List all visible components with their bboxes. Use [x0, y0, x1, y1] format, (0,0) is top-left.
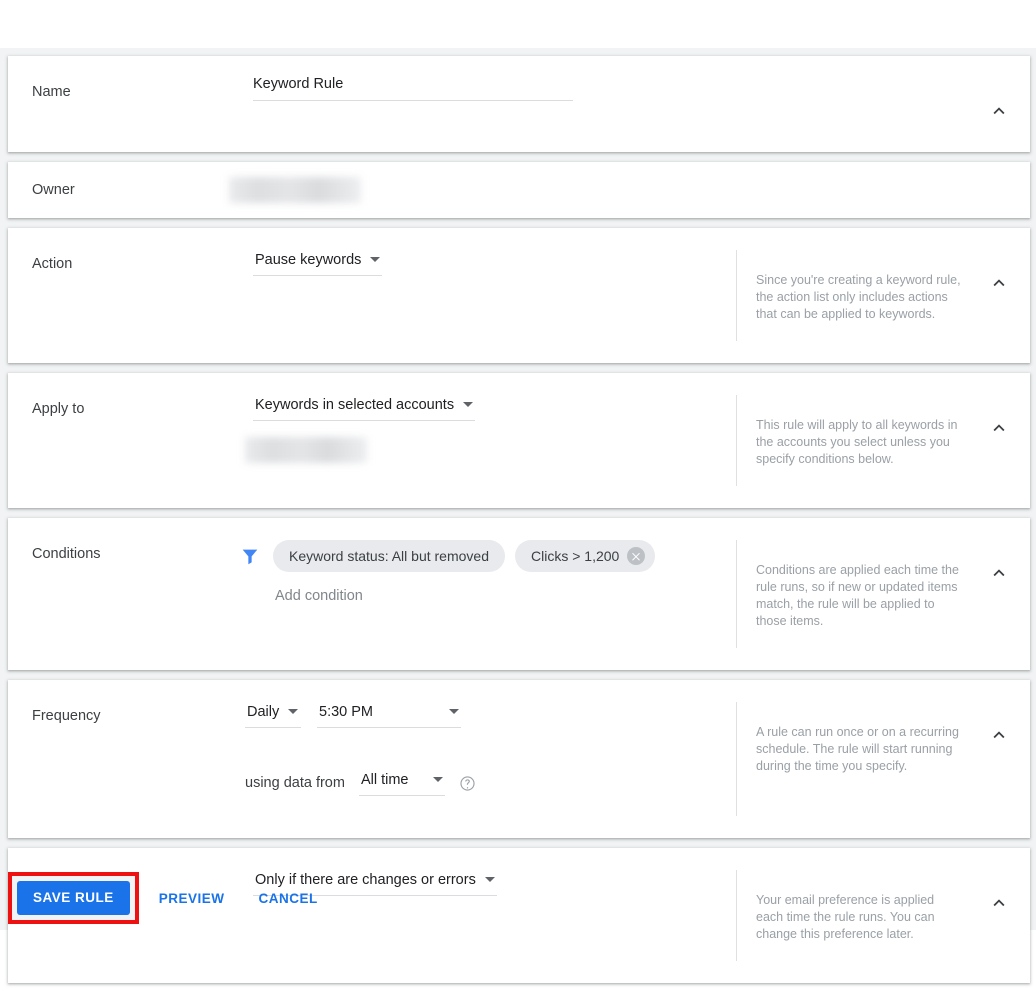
frequency-interval-select[interactable]: Daily	[245, 702, 301, 728]
frequency-interval-value: Daily	[247, 704, 280, 720]
collapse-conditions-chevron-up-icon[interactable]	[988, 562, 1010, 584]
card-conditions: Conditions Keyword status: All but remov…	[8, 518, 1030, 670]
conditions-help-text: Conditions are applied each time the rul…	[756, 563, 959, 628]
chevron-down-icon	[463, 402, 474, 407]
name-field-area	[225, 56, 736, 152]
collapse-apply-to-chevron-up-icon[interactable]	[988, 417, 1010, 439]
selected-accounts-redacted	[245, 437, 367, 463]
rule-settings-cards: Name Owner Actio	[8, 56, 1030, 990]
apply-to-label: Apply to	[32, 401, 85, 417]
conditions-label: Conditions	[32, 546, 101, 562]
name-input-wrap	[253, 74, 573, 101]
condition-chip-row: Keyword status: All but removed Clicks >…	[225, 540, 736, 572]
frequency-help-text: A rule can run once or on a recurring sc…	[756, 725, 959, 773]
preview-button[interactable]: PREVIEW	[145, 881, 239, 916]
footer-actions: SAVE RULE PREVIEW CANCEL	[0, 866, 1036, 930]
frequency-field-area: Daily 5:30 PM using data from All time	[225, 680, 736, 838]
condition-chip-status-label: Keyword status: All but removed	[289, 548, 489, 564]
condition-chip-clicks[interactable]: Clicks > 1,200	[515, 540, 656, 572]
save-button-highlight: SAVE RULE	[8, 872, 139, 924]
action-select-value: Pause keywords	[255, 252, 362, 268]
card-action: Action Pause keywords Since you're creat…	[8, 228, 1030, 363]
frequency-schedule-row: Daily 5:30 PM	[225, 702, 736, 728]
action-select[interactable]: Pause keywords	[253, 250, 383, 276]
conditions-help-column: Conditions are applied each time the rul…	[736, 540, 1030, 648]
conditions-field-area: Keyword status: All but removed Clicks >…	[225, 518, 736, 670]
action-help-text: Since you're creating a keyword rule, th…	[756, 273, 961, 321]
name-help-column	[736, 78, 1030, 130]
frequency-data-range-select[interactable]: All time	[358, 770, 445, 796]
action-label: Action	[32, 256, 73, 272]
collapse-action-chevron-up-icon[interactable]	[988, 272, 1010, 294]
frequency-label: Frequency	[32, 708, 101, 724]
frequency-data-range-value: All time	[360, 772, 409, 788]
help-icon[interactable]	[459, 775, 476, 792]
using-data-from-label: using data from	[245, 775, 345, 791]
chevron-down-icon	[449, 709, 459, 714]
save-rule-button[interactable]: SAVE RULE	[17, 881, 130, 915]
chevron-down-icon	[432, 777, 443, 782]
card-name: Name	[8, 56, 1030, 152]
collapse-name-chevron-up-icon[interactable]	[988, 100, 1010, 122]
frequency-data-range-row: using data from All time	[225, 770, 736, 796]
apply-to-help-text: This rule will apply to all keywords in …	[756, 418, 958, 466]
chevron-down-icon	[370, 257, 381, 262]
card-frequency: Frequency Daily 5:30 PM using data from	[8, 680, 1030, 838]
add-condition-button[interactable]: Add condition	[275, 588, 363, 604]
chevron-down-icon	[288, 709, 299, 714]
frequency-help-column: A rule can run once or on a recurring sc…	[736, 702, 1030, 816]
apply-to-field-area: Keywords in selected accounts	[225, 373, 736, 508]
apply-to-select[interactable]: Keywords in selected accounts	[253, 395, 476, 421]
action-field-area: Pause keywords	[225, 228, 736, 363]
apply-to-select-value: Keywords in selected accounts	[255, 397, 455, 413]
condition-chip-clicks-label: Clicks > 1,200	[531, 548, 620, 564]
frequency-time-select[interactable]: 5:30 PM	[317, 702, 461, 728]
name-input[interactable]	[253, 74, 573, 94]
condition-chip-status[interactable]: Keyword status: All but removed	[273, 540, 505, 572]
action-help-column: Since you're creating a keyword rule, th…	[736, 250, 1030, 341]
card-apply-to: Apply to Keywords in selected accounts T…	[8, 373, 1030, 508]
card-owner: Owner	[8, 162, 1030, 218]
collapse-frequency-chevron-up-icon[interactable]	[988, 724, 1010, 746]
owner-value-area	[225, 177, 736, 203]
remove-condition-close-icon[interactable]	[627, 547, 646, 565]
rule-editor-page: Name Owner Actio	[0, 0, 1036, 990]
top-spacer	[0, 0, 1036, 48]
filter-icon	[239, 545, 261, 567]
cancel-button[interactable]: CANCEL	[245, 881, 332, 916]
owner-label: Owner	[32, 182, 75, 198]
frequency-time-value: 5:30 PM	[319, 704, 373, 720]
apply-to-help-column: This rule will apply to all keywords in …	[736, 395, 1030, 486]
owner-value-redacted	[229, 177, 361, 203]
owner-help-column	[736, 170, 1030, 210]
name-label: Name	[32, 84, 71, 100]
